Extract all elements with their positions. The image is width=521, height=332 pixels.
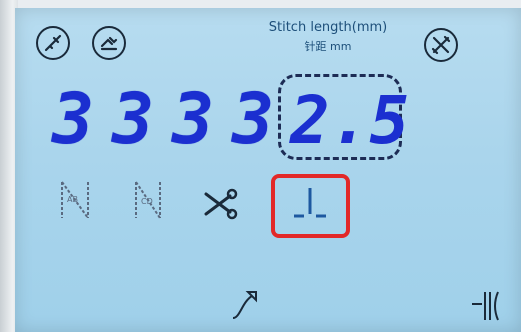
bracket-icon[interactable] xyxy=(470,290,508,322)
digit-4: 3 xyxy=(232,78,275,160)
stitch-length-title: Stitch length(mm) 针距 mm xyxy=(248,20,408,54)
tools-settings-icon[interactable] xyxy=(424,28,458,62)
needle-threader-icon[interactable] xyxy=(36,26,70,60)
highlight-box xyxy=(271,174,350,238)
stitch-length-label: Stitch length(mm) xyxy=(268,20,388,35)
digit-2: 3 xyxy=(112,78,155,160)
backstitch-cd-icon[interactable]: CD xyxy=(128,176,168,224)
digit-1: 3 xyxy=(52,78,95,160)
stitch-length-value: 2.5 xyxy=(290,82,410,159)
digit-3: 3 xyxy=(172,78,215,160)
bobbin-wind-icon[interactable] xyxy=(92,26,126,60)
presser-foot-lift-icon[interactable] xyxy=(230,290,260,320)
stitch-length-label-cn: 针距 mm xyxy=(304,40,352,53)
thread-cut-icon[interactable] xyxy=(200,180,240,228)
backstitch-ab-icon[interactable]: AB xyxy=(56,176,96,224)
svg-text:AB: AB xyxy=(67,195,78,204)
svg-text:CD: CD xyxy=(141,197,153,206)
